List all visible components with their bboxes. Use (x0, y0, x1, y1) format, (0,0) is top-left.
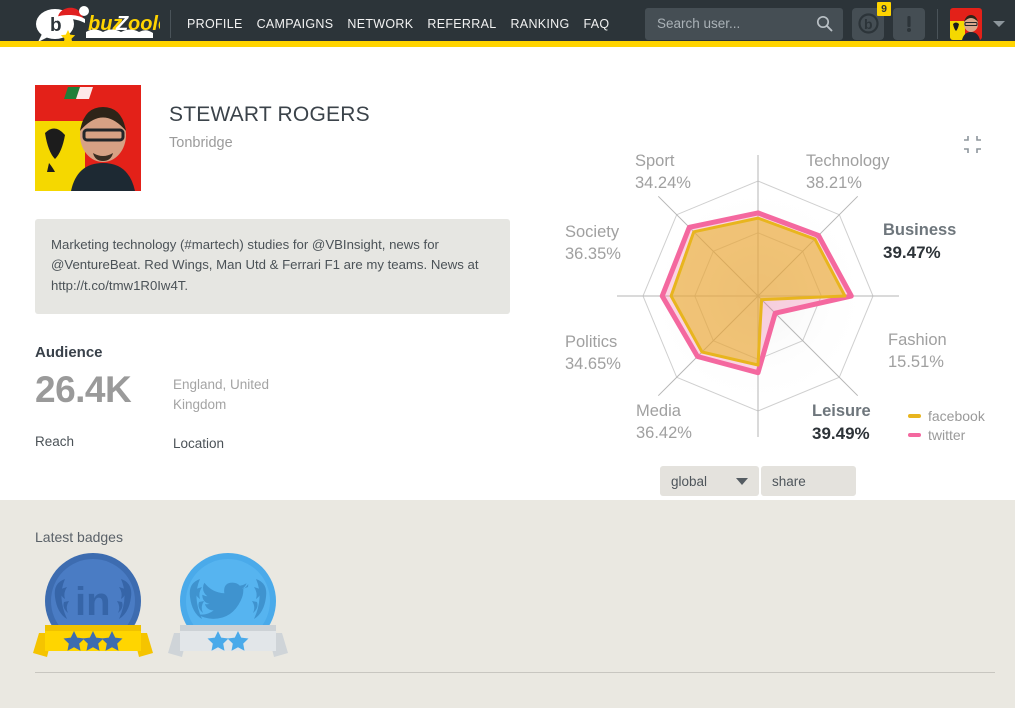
reach-value: 26.4K (35, 369, 132, 411)
search-input[interactable] (645, 8, 805, 39)
linkedin-icon: in (33, 553, 153, 657)
share-button[interactable]: share (761, 466, 856, 496)
axis-label-business: Business 39.47% (883, 221, 957, 262)
notification-badge: 9 (877, 1, 891, 16)
main-nav: PROFILE CAMPAIGNS NETWORK REFERRAL RANKI… (187, 17, 609, 31)
nav-network[interactable]: NETWORK (347, 17, 413, 31)
header-divider (170, 9, 171, 38)
alerts-button[interactable] (893, 7, 925, 40)
search-box[interactable] (645, 7, 843, 40)
axis-label-fashion: Fashion 15.51% (888, 331, 947, 371)
exclamation-icon (907, 16, 911, 32)
axis-label-sport: Sport 34.24% (635, 152, 691, 192)
stat-reach: 26.4K Reach (35, 369, 173, 451)
badge-list: in (33, 549, 288, 672)
audience-heading: Audience (35, 344, 103, 362)
nav-referral[interactable]: REFERRAL (427, 17, 496, 31)
badges-divider (35, 672, 995, 673)
avatar (35, 85, 141, 191)
axis-label-politics: Politics 34.65% (565, 333, 621, 373)
header-actions-divider (937, 8, 938, 39)
badges-section: Latest badges in (0, 500, 1015, 708)
profile-column: STEWART ROGERS Tonbridge Marketing techn… (35, 85, 515, 451)
main-panel: STEWART ROGERS Tonbridge Marketing techn… (0, 47, 1015, 500)
search-icon[interactable] (816, 15, 833, 37)
scope-select[interactable]: global (660, 466, 759, 496)
location-label: Location (173, 436, 225, 452)
legend-item-twitter: twitter (908, 427, 985, 443)
profile-identity: STEWART ROGERS Tonbridge (169, 85, 370, 151)
badges-title: Latest badges (35, 529, 123, 545)
badge-twitter[interactable] (168, 549, 288, 672)
buzz-notifications-button[interactable]: b 9 (852, 1, 891, 40)
legend-swatch-twitter (908, 433, 921, 437)
profile-avatar (35, 85, 141, 191)
stat-location: England, United Kingdom Location (173, 369, 293, 451)
nav-profile[interactable]: PROFILE (187, 17, 243, 31)
profile-city: Tonbridge (169, 135, 233, 151)
axis-label-technology: Technology 38.21% (806, 152, 890, 192)
buzzoole-logo[interactable]: b buz Z oole (28, 0, 164, 47)
legend-swatch-facebook (908, 414, 921, 418)
legend-label-facebook: facebook (928, 408, 985, 424)
axis-label-society: Society 36.35% (565, 223, 621, 263)
profile-bio: Marketing technology (#martech) studies … (35, 219, 510, 315)
page-title: STEWART ROGERS (169, 103, 370, 126)
svg-text:in: in (75, 580, 111, 624)
legend-item-facebook: facebook (908, 408, 985, 424)
chart-legend: facebook twitter (908, 408, 985, 446)
logo-mark: b buz Z oole (36, 5, 160, 44)
nav-campaigns[interactable]: CAMPAIGNS (257, 17, 334, 31)
twitter-bird-icon (168, 553, 288, 657)
nav-ranking[interactable]: RANKING (510, 17, 569, 31)
reach-label: Reach (35, 433, 75, 449)
chevron-down-icon (736, 478, 748, 485)
buzzoole-b-icon: b (857, 13, 879, 34)
audience-stats: 26.4K Reach England, United Kingdom Loca… (35, 369, 515, 451)
profile-header: STEWART ROGERS Tonbridge (35, 85, 515, 191)
share-button-label: share (772, 473, 806, 489)
location-value: England, United Kingdom (173, 377, 270, 412)
axis-label-leisure: Leisure 39.49% (812, 402, 871, 443)
scope-select-value: global (671, 473, 708, 489)
account-menu-chevron-down-icon[interactable] (993, 20, 1005, 27)
axis-label-media: Media 36.42% (636, 402, 692, 442)
legend-label-twitter: twitter (928, 427, 966, 443)
badge-linkedin[interactable]: in (33, 549, 153, 672)
interests-radar-chart: Technology 38.21% Business 39.47% Fashio… (548, 125, 1008, 496)
chart-controls: global share (660, 466, 856, 496)
header-actions: b 9 (645, 1, 1005, 40)
svg-text:b: b (864, 16, 873, 32)
top-header: b buz Z oole PROFILE CAMPAIGNS NETWORK R… (0, 0, 1015, 48)
nav-faq[interactable]: FAQ (584, 17, 610, 31)
avatar (950, 7, 982, 40)
account-avatar[interactable] (950, 7, 982, 40)
